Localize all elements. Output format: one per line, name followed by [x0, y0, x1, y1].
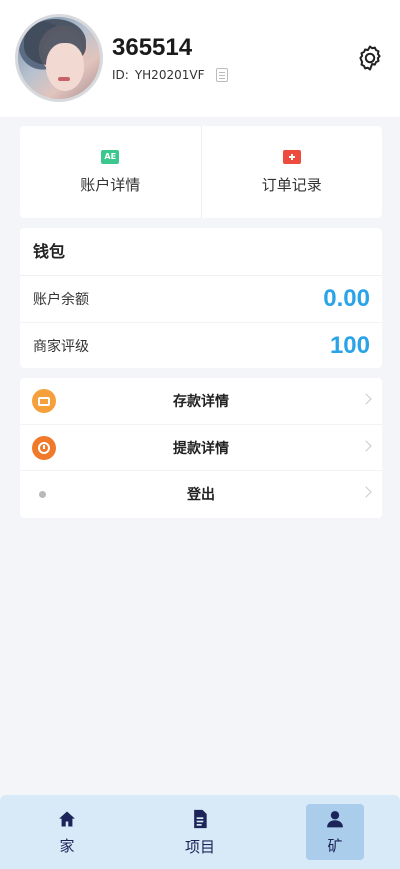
settings-button[interactable] — [352, 40, 388, 76]
menu-list: 存款详情 提款详情 登出 — [20, 378, 382, 518]
gear-icon — [359, 45, 381, 71]
menu-item-label: 提款详情 — [173, 440, 229, 457]
tab-home[interactable]: 家 — [38, 804, 96, 860]
balance-value: 0.00 — [323, 285, 370, 312]
balance-row: 账户余额 0.00 — [20, 276, 382, 322]
tab-home-label: 家 — [59, 836, 75, 855]
merchant-rating-row: 商家评级 100 — [20, 322, 382, 368]
username: 365514 — [112, 34, 193, 61]
avatar-mouth — [58, 77, 70, 81]
quick-actions-panel: AE 账户详情 订单记录 — [20, 126, 382, 218]
bottom-tab-bar: 家 项目 矿 — [0, 795, 400, 869]
document-icon — [194, 809, 207, 828]
dot-icon — [39, 491, 46, 498]
menu-item-label: 登出 — [187, 486, 215, 503]
order-box-icon — [282, 150, 301, 164]
menu-item-deposit-details[interactable]: 存款详情 — [20, 378, 382, 424]
wallet-card: 钱包 账户余额 0.00 商家评级 100 — [20, 228, 382, 368]
user-id-row: ID: YH20201VF — [112, 68, 229, 82]
account-card-icon: AE — [101, 150, 120, 164]
account-details-label: 账户详情 — [80, 176, 141, 194]
wallet-title: 钱包 — [20, 228, 382, 276]
avatar-face — [46, 43, 84, 91]
tab-mine[interactable]: 矿 — [306, 804, 364, 860]
account-details-button[interactable]: AE 账户详情 — [20, 126, 201, 218]
menu-item-logout[interactable]: 登出 — [20, 470, 382, 516]
order-records-label: 订单记录 — [261, 176, 322, 194]
user-icon — [327, 810, 343, 827]
copy-icon[interactable] — [216, 68, 229, 82]
balance-label: 账户余额 — [33, 292, 89, 308]
avatar[interactable] — [15, 14, 103, 102]
order-records-button[interactable]: 订单记录 — [200, 126, 383, 218]
tab-mine-label: 矿 — [327, 836, 343, 855]
merchant-rating-label: 商家评级 — [33, 338, 89, 355]
user-id-value: YH20201VF — [134, 68, 205, 82]
tab-projects-label: 项目 — [184, 837, 215, 856]
tab-projects[interactable]: 项目 — [171, 804, 229, 860]
withdraw-clock-icon — [32, 436, 56, 460]
menu-item-withdraw-details[interactable]: 提款详情 — [20, 424, 382, 470]
home-icon — [59, 811, 75, 826]
deposit-card-icon — [32, 389, 56, 413]
profile-header: 365514 ID: YH20201VF — [0, 0, 400, 117]
menu-item-label: 存款详情 — [173, 394, 229, 410]
merchant-rating-value: 100 — [329, 331, 370, 359]
user-id-label: ID: — [112, 68, 129, 82]
